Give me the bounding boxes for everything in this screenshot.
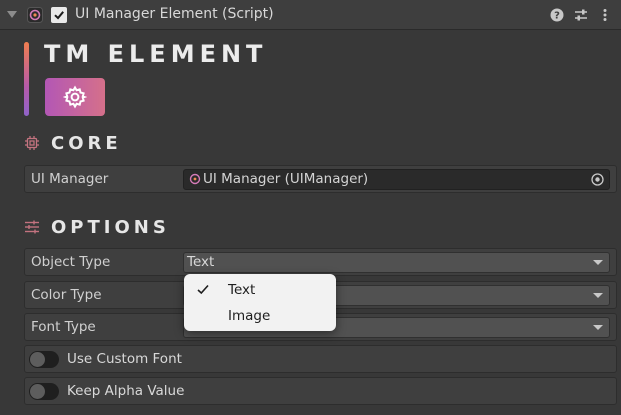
dropdown-arrow-icon: [593, 260, 603, 265]
ui-manager-value: UI Manager (UIManager): [203, 171, 369, 187]
object-type-popup-menu: Text Image: [184, 274, 336, 331]
checkmark-icon: [197, 284, 209, 295]
inspector-panel: UI Manager Element (Script) ? TM ELEMENT…: [0, 0, 621, 415]
enable-checkbox[interactable]: [51, 7, 67, 23]
script-icon: [27, 7, 43, 23]
presets-icon[interactable]: [573, 7, 589, 23]
foldout-arrow-icon[interactable]: [7, 11, 17, 18]
element-title: TM ELEMENT: [44, 40, 268, 68]
component-title: UI Manager Element (Script): [75, 6, 274, 22]
popup-item-text[interactable]: Text: [184, 278, 336, 302]
object-script-icon: [189, 173, 201, 185]
dropdown-arrow-icon: [593, 293, 603, 298]
ui-manager-label: UI Manager: [31, 171, 109, 187]
chip-icon: [24, 135, 40, 151]
sliders-icon: [24, 219, 40, 235]
core-section-title: CORE: [51, 132, 122, 154]
use-custom-font-toggle[interactable]: [29, 351, 59, 368]
popup-item-label: Image: [228, 308, 271, 324]
object-type-dropdown[interactable]: Text: [183, 252, 610, 273]
keep-alpha-label: Keep Alpha Value: [67, 383, 185, 399]
use-custom-font-label: Use Custom Font: [67, 351, 182, 367]
dropdown-arrow-icon: [593, 325, 603, 330]
object-picker-icon[interactable]: [591, 173, 604, 186]
popup-item-label: Text: [228, 282, 256, 298]
component-header[interactable]: UI Manager Element (Script) ?: [0, 0, 621, 30]
popup-item-image[interactable]: Image: [184, 304, 336, 328]
accent-bar: [24, 42, 29, 116]
object-type-value: Text: [187, 254, 215, 270]
use-custom-font-row: Use Custom Font: [24, 345, 617, 373]
gear-icon: [63, 85, 87, 109]
keep-alpha-row: Keep Alpha Value: [24, 377, 617, 405]
keep-alpha-toggle[interactable]: [29, 383, 59, 400]
toggle-knob: [30, 352, 45, 367]
svg-text:?: ?: [554, 11, 560, 22]
ui-manager-row: UI Manager UI Manager (UIManager): [24, 165, 617, 193]
ui-manager-field[interactable]: UI Manager (UIManager): [183, 169, 610, 190]
options-section-title: OPTIONS: [51, 216, 170, 238]
menu-icon[interactable]: [597, 7, 613, 23]
options-section-header: OPTIONS: [24, 216, 170, 238]
object-type-row: Object Type Text: [24, 248, 617, 276]
help-icon[interactable]: ?: [549, 7, 565, 23]
core-section-header: CORE: [24, 132, 122, 154]
object-type-label: Object Type: [31, 254, 111, 270]
color-type-label: Color Type: [31, 287, 102, 303]
settings-button[interactable]: [45, 78, 105, 116]
font-type-label: Font Type: [31, 319, 96, 335]
toggle-knob: [30, 384, 45, 399]
